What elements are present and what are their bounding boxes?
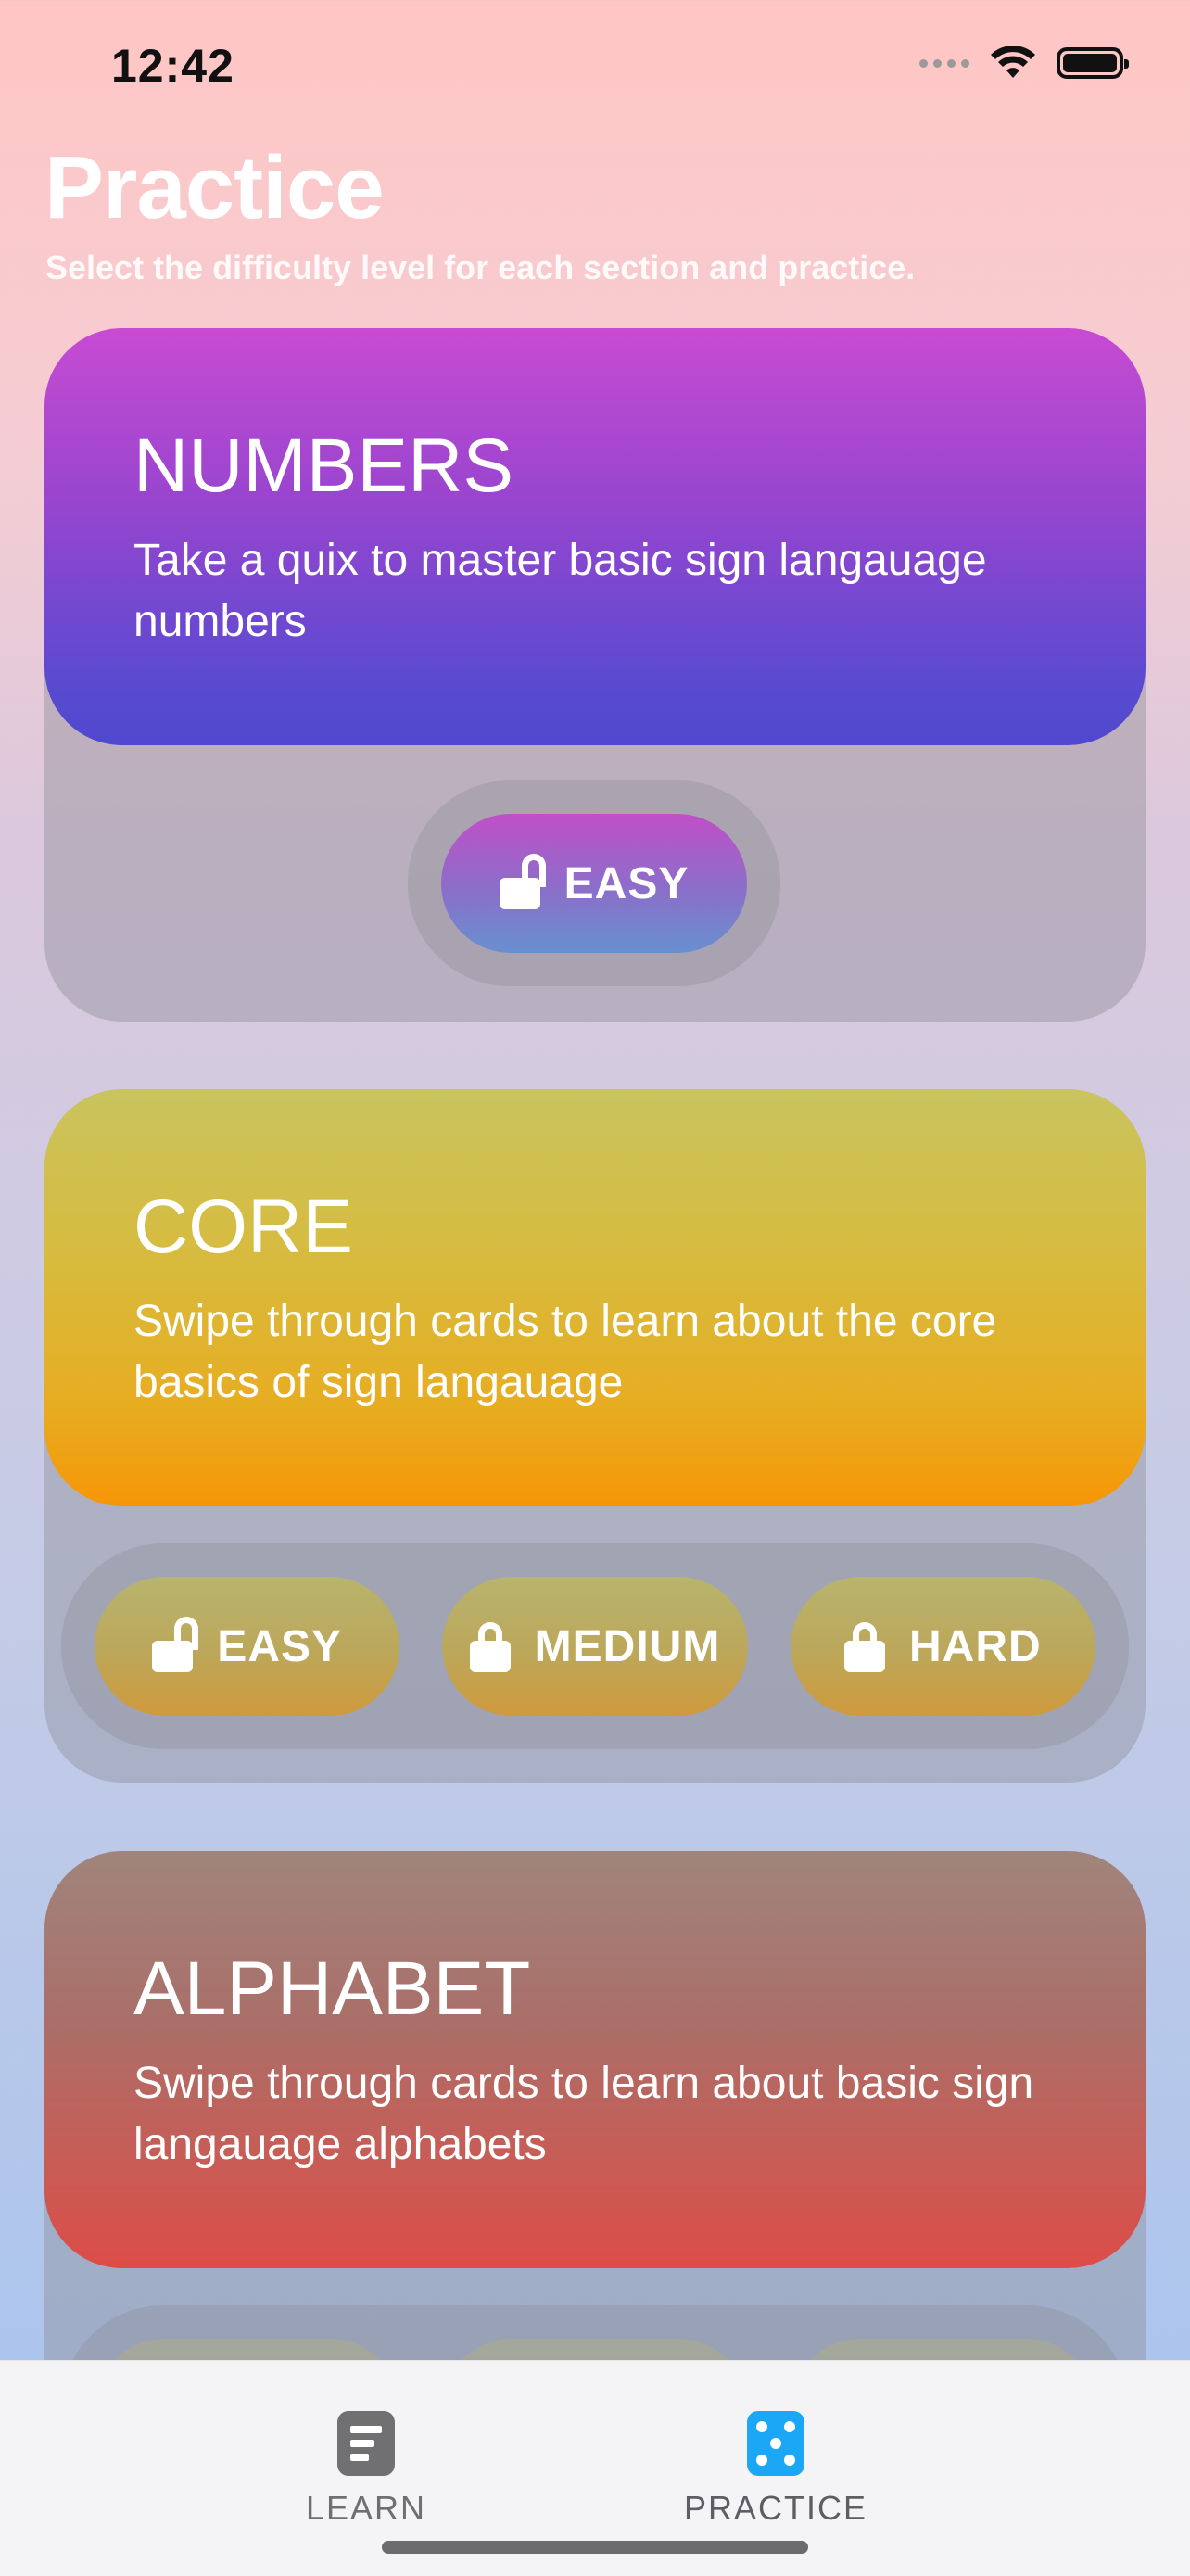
core-medium-button[interactable]: MEDIUM	[442, 1577, 748, 1716]
section-title: NUMBERS	[133, 424, 514, 508]
level-label: MEDIUM	[534, 1621, 721, 1671]
section-title: CORE	[133, 1185, 353, 1269]
page-title: Practice	[44, 138, 385, 237]
book-icon	[337, 2411, 396, 2476]
tab-label: LEARN	[306, 2489, 427, 2527]
core-section-card: CORE Swipe through cards to learn about …	[44, 1089, 1146, 1783]
core-hard-button[interactable]: HARD	[790, 1577, 1095, 1716]
level-label: HARD	[908, 1621, 1042, 1671]
cellular-signal-icon	[919, 58, 969, 68]
home-indicator	[382, 2541, 808, 2554]
lock-icon	[469, 1620, 511, 1672]
numbers-section-card: NUMBERS Take a quix to master basic sign…	[44, 328, 1146, 1022]
dice-icon	[747, 2411, 805, 2476]
core-section-header[interactable]: CORE Swipe through cards to learn about …	[44, 1089, 1146, 1506]
core-level-tray: EASY MEDIUM HARD	[61, 1543, 1129, 1749]
wifi-icon	[991, 46, 1035, 78]
section-description: Take a quix to master basic sign langaua…	[133, 536, 987, 647]
section-title: ALPHABET	[133, 1947, 531, 2031]
numbers-level-tray: EASY	[408, 780, 780, 986]
section-description: Swipe through cards to learn about the c…	[133, 1297, 997, 1408]
status-time: 12:42	[111, 40, 234, 92]
tab-label: PRACTICE	[684, 2489, 868, 2527]
status-bar: 12:42	[0, 0, 1190, 130]
core-easy-button[interactable]: EASY	[95, 1577, 400, 1716]
numbers-section-header[interactable]: NUMBERS Take a quix to master basic sign…	[44, 328, 1146, 745]
page-subtitle: Select the difficulty level for each sec…	[45, 248, 916, 286]
level-label: EASY	[217, 1621, 343, 1671]
unlocked-icon	[152, 1617, 199, 1672]
tab-learn[interactable]: LEARN	[306, 2411, 426, 2528]
tab-practice[interactable]: PRACTICE	[684, 2411, 867, 2528]
alphabet-section-header[interactable]: ALPHABET Swipe through cards to learn ab…	[44, 1851, 1146, 2268]
status-icons	[919, 46, 1129, 80]
unlocked-icon	[499, 854, 546, 909]
level-label: EASY	[563, 858, 690, 908]
lock-icon	[843, 1620, 885, 1672]
battery-icon	[1057, 47, 1129, 79]
numbers-easy-button[interactable]: EASY	[441, 814, 747, 953]
section-description: Swipe through cards to learn about basic…	[133, 2059, 1034, 2170]
tab-bar: LEARN PRACTICE	[0, 2360, 1190, 2576]
